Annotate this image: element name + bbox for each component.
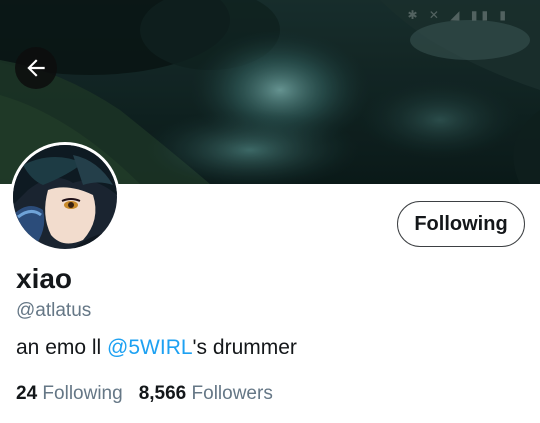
following-stat-link[interactable]: 24 Following (16, 382, 123, 406)
back-button[interactable] (15, 47, 57, 89)
followers-stat-link[interactable]: 8,566 Followers (139, 382, 273, 406)
following-button-label: Following (414, 212, 508, 235)
avatar[interactable] (10, 142, 120, 252)
profile-stats: 24 Following 8,566 Followers (16, 382, 273, 406)
bio-text-prefix: an emo ll (16, 336, 108, 359)
profile-bio: an emo ll @5WIRL's drummer (16, 335, 297, 361)
arrow-left-icon (27, 59, 45, 77)
avatar-image (13, 145, 117, 249)
bio-mention-link[interactable]: @5WIRL (107, 336, 193, 359)
bio-text-suffix: 's drummer (192, 336, 297, 359)
followers-count: 8,566 (138, 383, 187, 404)
display-name: xiao (16, 263, 73, 294)
status-bar-icons: ✱ ✕ ◢ ▮▮ ▮ (407, 8, 510, 22)
following-button[interactable]: Following (397, 201, 525, 247)
following-label: Following (42, 383, 123, 404)
user-handle: @atlatus (16, 300, 92, 321)
following-count: 24 (16, 383, 38, 404)
followers-label: Followers (191, 383, 273, 404)
